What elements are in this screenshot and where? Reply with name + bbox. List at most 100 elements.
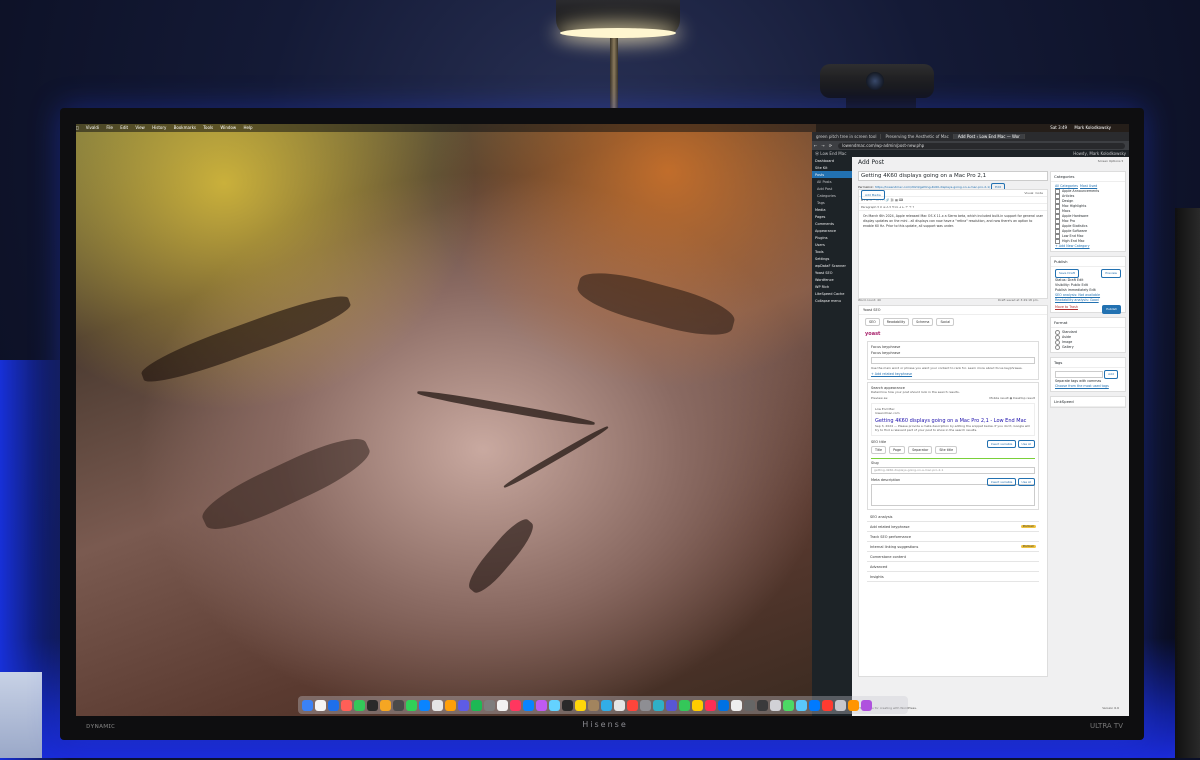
sidebar-item[interactable]: Add Post: [812, 185, 852, 192]
apple-menu-icon[interactable]: : [76, 125, 78, 130]
dock-app-icon[interactable]: [575, 699, 586, 711]
yoast-collapsible-row[interactable]: Cornerstone content: [867, 552, 1039, 562]
dock-app-icon[interactable]: [432, 699, 443, 711]
yoast-collapsible-row[interactable]: Add related keyphrase Premium: [867, 522, 1039, 532]
dock-app-icon[interactable]: [770, 699, 781, 711]
variable-chip[interactable]: Separator: [908, 446, 933, 454]
add-category-link[interactable]: + Add New Category: [1055, 244, 1121, 249]
yoast-collapsible-row[interactable]: SEO analysis: [867, 512, 1039, 522]
dock-app-icon[interactable]: [445, 699, 456, 711]
variable-chip[interactable]: Title: [871, 446, 887, 454]
dock-app-icon[interactable]: [822, 699, 833, 711]
tab-seo[interactable]: SEO: [865, 318, 880, 326]
tab-code[interactable]: Code: [1035, 191, 1043, 195]
dock-app-icon[interactable]: [835, 699, 846, 711]
address-input[interactable]: lowendmac.com/wp-admin/post-new.php: [838, 142, 1125, 149]
browser-tab[interactable]: Preserving the Aesthetic of Mac: [881, 134, 954, 139]
dock-app-icon[interactable]: [627, 699, 638, 711]
dock-app-icon[interactable]: [341, 699, 352, 711]
menu-item[interactable]: File: [106, 125, 113, 130]
add-related-keyphrase-link[interactable]: + Add related keyphrase: [871, 372, 1035, 376]
dock-app-icon[interactable]: [640, 699, 651, 711]
yoast-collapsible-row[interactable]: Advanced: [867, 562, 1039, 572]
yoast-collapsible-row[interactable]: Insights: [867, 572, 1039, 582]
dock-app-icon[interactable]: [458, 699, 469, 711]
format-radio[interactable]: Gallery: [1055, 345, 1121, 350]
sidebar-item[interactable]: Tools: [812, 248, 852, 255]
choose-tags-link[interactable]: Choose from the most used tags: [1055, 384, 1121, 389]
dock-app-icon[interactable]: [783, 699, 794, 711]
paragraph-select[interactable]: Paragraph: [861, 205, 876, 209]
preview-toggle[interactable]: Preview as: Mobile result ◉ Desktop resu…: [871, 396, 1035, 400]
sidebar-item[interactable]: Categories: [812, 192, 852, 199]
editor-toolbar[interactable]: B I ≡ ≔ ❝ ― ⁝ ⁝ ⁝ 🔗 ⛓ ▦ ⌨: [859, 197, 1047, 204]
use-ai-button[interactable]: Use AI: [1017, 440, 1035, 448]
dock-app-icon[interactable]: [315, 699, 326, 711]
menu-item[interactable]: Window: [220, 125, 236, 130]
tab-schema[interactable]: Schema: [912, 318, 934, 326]
menubar-user[interactable]: Mark Kolodkowsky: [1074, 125, 1111, 130]
tab-most-used[interactable]: Most Used: [1080, 184, 1097, 188]
dock-app-icon[interactable]: [536, 699, 547, 711]
dock-app-icon[interactable]: [666, 699, 677, 711]
dock-app-icon[interactable]: [744, 699, 755, 711]
dock-app-icon[interactable]: [484, 699, 495, 711]
app-name[interactable]: Vivaldi: [86, 125, 99, 130]
dock-app-icon[interactable]: [549, 699, 560, 711]
tag-input[interactable]: [1055, 370, 1103, 378]
dock-app-icon[interactable]: [757, 699, 768, 711]
browser-tab[interactable]: green pitch tree in screen tool: [812, 134, 882, 139]
box-title[interactable]: Tags: [1051, 358, 1125, 368]
dock-app-icon[interactable]: [354, 699, 365, 711]
dock-app-icon[interactable]: [653, 699, 664, 711]
variable-chip[interactable]: Page: [889, 446, 906, 454]
sidebar-item[interactable]: Pages: [812, 213, 852, 220]
dock-app-icon[interactable]: [614, 699, 625, 711]
sidebar-item[interactable]: Settings: [812, 255, 852, 262]
back-icon[interactable]: ←: [814, 143, 817, 148]
dock-app-icon[interactable]: [705, 699, 716, 711]
dock-app-icon[interactable]: [302, 699, 313, 711]
dock-app-icon[interactable]: [406, 699, 417, 711]
box-title[interactable]: Categories: [1051, 172, 1125, 182]
tab-social[interactable]: Social: [936, 318, 955, 326]
save-draft-button[interactable]: Save Draft: [1055, 269, 1079, 278]
sidebar-item[interactable]: Comments: [812, 220, 852, 227]
dock-app-icon[interactable]: [471, 699, 482, 711]
reload-icon[interactable]: ⟳: [829, 143, 832, 148]
dock-app-icon[interactable]: [328, 699, 339, 711]
sidebar-item[interactable]: Appearance: [812, 227, 852, 234]
sidebar-item[interactable]: Tags: [812, 199, 852, 206]
variable-chip[interactable]: Site title: [935, 446, 958, 454]
tab-visual[interactable]: Visual: [1024, 191, 1033, 195]
dock-app-icon[interactable]: [588, 699, 599, 711]
editor-content[interactable]: On March 6th 2024, Apple released Mac OS…: [859, 211, 1047, 232]
admin-user[interactable]: Howdy, Mark Kolodkowsky: [1073, 151, 1126, 156]
use-ai-button[interactable]: Use AI: [1017, 478, 1035, 486]
dock-app-icon[interactable]: [861, 699, 872, 711]
dock-app-icon[interactable]: [419, 699, 430, 711]
admin-site-name[interactable]: Low End Mac: [820, 151, 846, 156]
dock-app-icon[interactable]: [796, 699, 807, 711]
section-title[interactable]: Focus keyphrase: [871, 345, 1035, 349]
dock-app-icon[interactable]: [562, 699, 573, 711]
sidebar-item[interactable]: Site Kit: [812, 164, 852, 171]
publish-button[interactable]: Publish: [1102, 305, 1121, 314]
insert-variable-button[interactable]: Insert variable: [986, 478, 1017, 486]
screen-options-button[interactable]: Screen Options ▾: [1098, 159, 1123, 163]
box-title[interactable]: Format: [1051, 318, 1125, 328]
dock-app-icon[interactable]: [809, 699, 820, 711]
forward-icon[interactable]: →: [821, 143, 824, 148]
sidebar-item[interactable]: wpDataF Scanner: [812, 262, 852, 269]
dock-app-icon[interactable]: [523, 699, 534, 711]
post-title-input[interactable]: Getting 4K60 displays going on a Mac Pro…: [858, 171, 1048, 181]
sidebar-item[interactable]: All Posts: [812, 178, 852, 185]
tab-all-categories[interactable]: All Categories: [1055, 184, 1078, 188]
focus-keyphrase-input[interactable]: [871, 357, 1035, 364]
insert-variable-button[interactable]: Insert variable: [986, 440, 1017, 448]
dock-app-icon[interactable]: [692, 699, 703, 711]
dock-app-icon[interactable]: [497, 699, 508, 711]
yoast-collapsible-row[interactable]: Track SEO performance: [867, 532, 1039, 542]
dock-app-icon[interactable]: [393, 699, 404, 711]
menu-item[interactable]: Edit: [120, 125, 128, 130]
